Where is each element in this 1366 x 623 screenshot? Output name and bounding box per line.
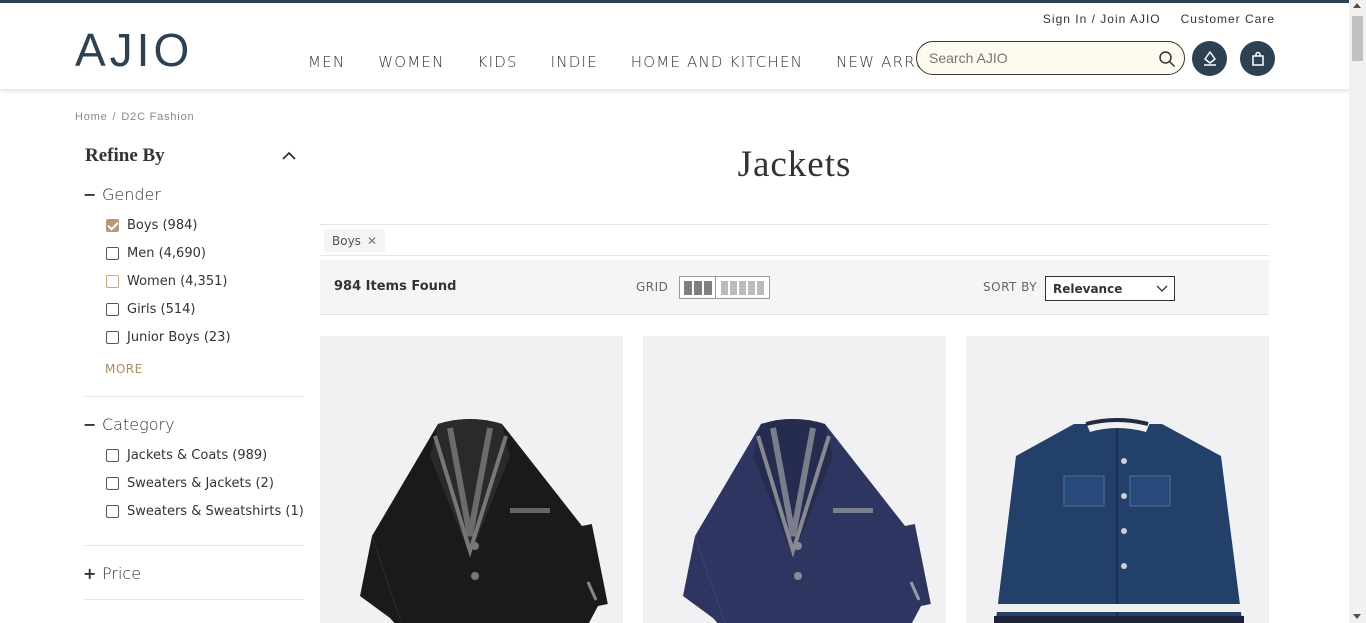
top-links: Sign In / Join AJIO Customer Care	[1043, 12, 1275, 26]
items-found-count: 984 Items Found	[334, 279, 457, 294]
option-label: Men (4,690)	[127, 245, 206, 261]
category-option-jackets-coats[interactable]: Jackets & Coats (989)	[106, 441, 304, 469]
option-label: Sweaters & Sweatshirts (1)	[127, 503, 304, 519]
chevron-up-icon[interactable]	[282, 151, 296, 161]
sort-selected-value: Relevance	[1053, 282, 1123, 296]
refine-sidebar: Refine By − Gender Boys (984) Men (4,690…	[83, 145, 304, 600]
search-icon[interactable]	[1158, 50, 1176, 68]
cart-button[interactable]	[1240, 41, 1275, 76]
facet-gender-header[interactable]: − Gender	[83, 185, 304, 204]
checkbox[interactable]	[106, 448, 119, 462]
nav-indie[interactable]: INDIE	[551, 53, 598, 71]
checkbox[interactable]	[106, 476, 119, 490]
gender-option-girls[interactable]: Girls (514)	[106, 295, 304, 323]
grid-toggle	[679, 276, 770, 299]
category-option-sweaters-jackets[interactable]: Sweaters & Jackets (2)	[106, 469, 304, 497]
grid-label: GRID	[636, 280, 669, 294]
category-option-sweaters-sweatshirts[interactable]: Sweaters & Sweatshirts (1)	[106, 497, 304, 525]
option-label: Boys (984)	[127, 217, 198, 233]
checkbox[interactable]	[106, 302, 119, 316]
checkbox[interactable]	[106, 246, 119, 260]
checkbox[interactable]	[106, 504, 119, 518]
customer-care-link[interactable]: Customer Care	[1181, 12, 1275, 26]
scrollbar-thumb[interactable]	[1352, 16, 1363, 61]
scroll-up-arrow-icon[interactable]	[1353, 3, 1361, 8]
collapse-minus-icon: −	[83, 415, 97, 434]
gender-option-boys[interactable]: Boys (984)	[106, 211, 304, 239]
facet-category-header[interactable]: − Category	[83, 415, 304, 434]
user-icon	[1203, 50, 1216, 66]
checkbox[interactable]	[106, 330, 119, 344]
grid-3-column-icon[interactable]	[680, 277, 716, 298]
product-card[interactable]	[643, 336, 946, 623]
chip-label: Boys	[332, 233, 361, 248]
ajio-logo[interactable]: AJIO	[75, 23, 193, 77]
checkbox-checked[interactable]	[106, 218, 119, 232]
collapse-minus-icon: −	[83, 185, 97, 204]
option-label: Jackets & Coats (989)	[127, 447, 268, 463]
active-filters-bar: Boys ✕	[320, 224, 1269, 256]
page-scrollbar[interactable]	[1349, 0, 1366, 623]
sort-select[interactable]: Relevance	[1045, 276, 1175, 301]
breadcrumb-home[interactable]: Home	[75, 111, 108, 123]
main-nav: MEN WOMEN KIDS INDIE HOME AND KITCHEN NE…	[308, 53, 964, 71]
scroll-down-arrow-icon[interactable]	[1353, 614, 1361, 619]
product-card[interactable]	[320, 336, 623, 623]
option-label: Women (4,351)	[127, 273, 228, 289]
sign-in-link[interactable]: Sign In / Join AJIO	[1043, 12, 1161, 26]
site-header: AJIO Sign In / Join AJIO Customer Care M…	[0, 3, 1349, 89]
category-options: Jackets & Coats (989) Sweaters & Jackets…	[85, 441, 304, 525]
breadcrumb: Home / D2C Fashion	[75, 111, 194, 123]
refine-header: Refine By	[85, 145, 304, 175]
divider	[85, 599, 304, 600]
gender-options: Boys (984) Men (4,690) Women (4,351) Gir…	[85, 211, 304, 351]
nav-women[interactable]: WOMEN	[378, 53, 444, 71]
facet-gender-label: Gender	[102, 185, 161, 204]
search-box	[916, 41, 1185, 75]
remove-filter-icon[interactable]: ✕	[367, 234, 377, 248]
divider	[85, 545, 304, 546]
gender-option-men[interactable]: Men (4,690)	[106, 239, 304, 267]
results-toolbar: 984 Items Found GRID SORT BY Relevance	[320, 260, 1269, 315]
nav-kids[interactable]: KIDS	[478, 53, 518, 71]
option-label: Junior Boys (23)	[127, 329, 231, 345]
nav-men[interactable]: MEN	[308, 53, 345, 71]
navy-blazer-image[interactable]	[643, 336, 946, 623]
nav-home-and-kitchen[interactable]: HOME AND KITCHEN	[631, 53, 803, 71]
product-card[interactable]	[966, 336, 1269, 623]
facet-price-header[interactable]: + Price	[83, 564, 304, 583]
expand-plus-icon: +	[83, 564, 97, 583]
gender-option-junior-boys[interactable]: Junior Boys (23)	[106, 323, 304, 351]
gender-option-women[interactable]: Women (4,351)	[106, 267, 304, 295]
chevron-down-icon	[1156, 285, 1168, 292]
checkbox[interactable]	[106, 274, 119, 288]
grid-5-column-icon[interactable]	[716, 277, 769, 298]
more-gender-link[interactable]: MORE	[105, 362, 304, 376]
divider	[85, 396, 304, 397]
search-input[interactable]	[929, 49, 1149, 67]
denim-jacket-image[interactable]	[966, 336, 1269, 623]
sort-by-label: SORT BY	[983, 280, 1038, 294]
refine-title: Refine By	[85, 145, 165, 166]
option-label: Girls (514)	[127, 301, 196, 317]
option-label: Sweaters & Jackets (2)	[127, 475, 274, 491]
page-title: Jackets	[737, 144, 852, 185]
facet-price-label: Price	[102, 564, 142, 583]
active-filter-chip: Boys ✕	[324, 229, 385, 252]
breadcrumb-d2c-fashion: D2C Fashion	[121, 111, 195, 123]
black-blazer-image[interactable]	[320, 336, 623, 623]
facet-category-label: Category	[102, 415, 175, 434]
bag-icon	[1251, 51, 1264, 66]
account-button[interactable]	[1192, 41, 1227, 76]
breadcrumb-separator: /	[112, 111, 117, 123]
